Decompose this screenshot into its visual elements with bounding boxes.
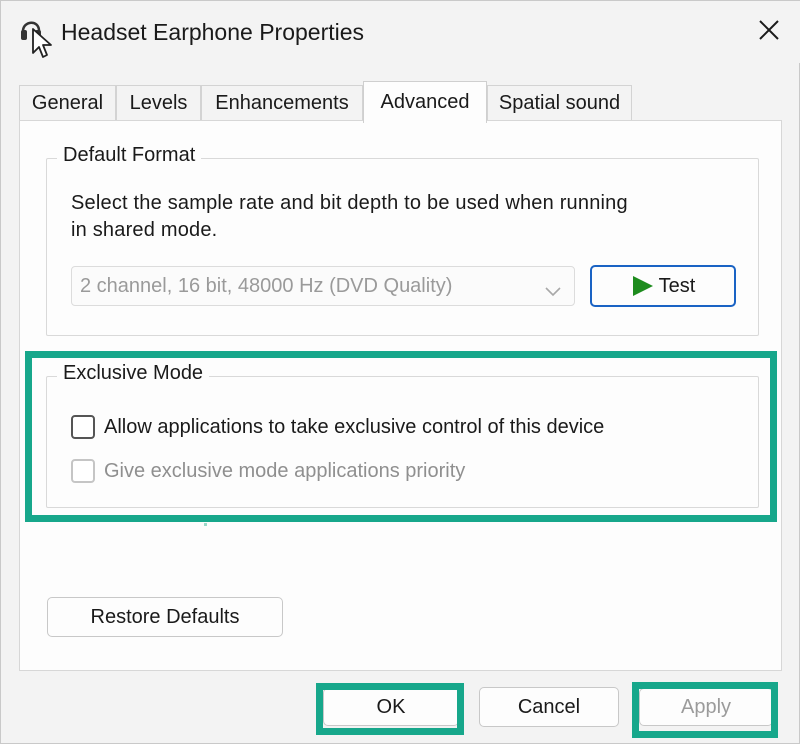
exclusive-mode-group: Exclusive Mode Allow applications to tak… [46, 362, 759, 508]
restore-defaults-button[interactable]: Restore Defaults [47, 597, 283, 637]
tab-general[interactable]: General [19, 85, 116, 121]
close-button[interactable] [746, 9, 792, 55]
exclusive-priority-label: Give exclusive mode applications priorit… [104, 459, 466, 482]
cancel-button[interactable]: Cancel [479, 687, 619, 727]
tab-levels[interactable]: Levels [116, 85, 201, 121]
test-button-label: Test [658, 274, 696, 297]
tab-enhancements[interactable]: Enhancements [201, 85, 363, 121]
close-icon [758, 19, 780, 46]
default-format-legend: Default Format [57, 144, 202, 167]
exclusive-priority-checkbox [71, 459, 95, 483]
exclusive-priority-row: Give exclusive mode applications priorit… [71, 459, 465, 483]
window-title: Headset Earphone Properties [61, 19, 365, 45]
test-button[interactable]: Test [590, 265, 736, 307]
play-icon [631, 275, 655, 297]
default-format-description: Select the sample rate and bit depth to … [71, 190, 628, 244]
tab-spatial-sound[interactable]: Spatial sound [487, 85, 632, 121]
properties-dialog: Headset Earphone Properties General Leve… [0, 0, 800, 744]
headset-speaker-icon [19, 15, 59, 59]
format-select[interactable]: 2 channel, 16 bit, 48000 Hz (DVD Quality… [71, 266, 575, 306]
allow-exclusive-control-checkbox[interactable] [71, 415, 95, 439]
chevron-down-icon [544, 280, 562, 303]
default-format-group: Default Format Select the sample rate an… [46, 144, 759, 336]
description-line-2: in shared mode. [71, 219, 218, 241]
title-bar: Headset Earphone Properties [1, 1, 800, 63]
tab-advanced[interactable]: Advanced [363, 81, 487, 123]
ok-button[interactable]: OK [323, 688, 459, 726]
exclusive-mode-legend: Exclusive Mode [57, 362, 210, 385]
divider-mark [204, 523, 207, 526]
advanced-tab-panel: Default Format Select the sample rate an… [19, 120, 782, 671]
apply-button: Apply [639, 688, 773, 726]
format-select-value: 2 channel, 16 bit, 48000 Hz (DVD Quality… [80, 274, 453, 297]
allow-exclusive-control-label: Allow applications to take exclusive con… [104, 415, 605, 438]
description-line-1: Select the sample rate and bit depth to … [71, 192, 628, 214]
allow-exclusive-control-row[interactable]: Allow applications to take exclusive con… [71, 415, 604, 439]
